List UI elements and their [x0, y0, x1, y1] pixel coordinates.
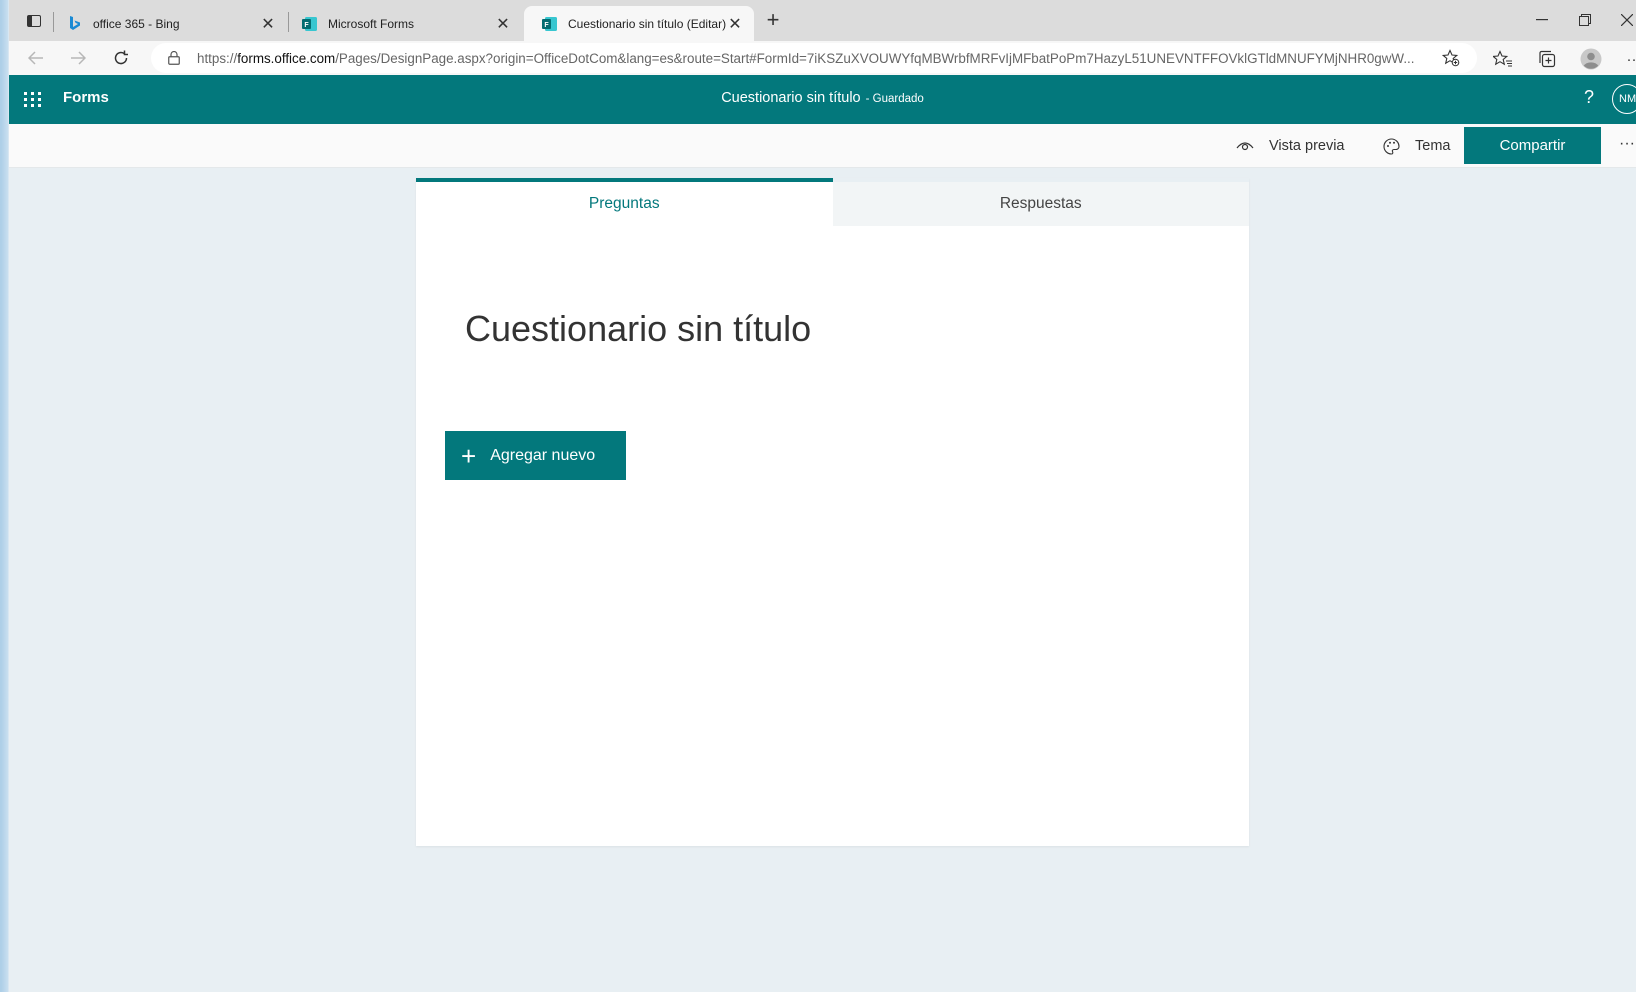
collections-icon[interactable] — [1536, 48, 1558, 70]
close-window-icon[interactable] — [1615, 8, 1636, 32]
tab-label: office 365 - Bing — [93, 16, 180, 31]
lock-icon[interactable] — [165, 49, 183, 67]
add-new-label: Agregar nuevo — [490, 446, 596, 464]
url-text: https://forms.office.com/Pages/DesignPag… — [197, 51, 1441, 66]
add-favorite-icon[interactable] — [1441, 48, 1461, 68]
plus-icon: + — [461, 440, 477, 471]
theme-label: Tema — [1415, 138, 1451, 154]
settings-more-icon[interactable]: ··· — [1623, 48, 1636, 70]
tab-bing[interactable]: office 365 - Bing ✕ — [63, 6, 285, 41]
tab-separator — [288, 12, 289, 32]
form-card: Preguntas Respuestas Cuestionario sin tí… — [416, 178, 1249, 846]
forms-icon: F — [542, 16, 558, 32]
tab-responses[interactable]: Respuestas — [832, 178, 1249, 226]
more-options-icon[interactable]: ··· — [1619, 135, 1635, 153]
browser-window: office 365 - Bing ✕ F Microsoft Forms ✕ … — [9, 0, 1636, 992]
profile-icon[interactable] — [1580, 48, 1602, 70]
preview-button[interactable]: Vista previa — [1235, 135, 1345, 157]
tab-strip: office 365 - Bing ✕ F Microsoft Forms ✕ … — [9, 0, 1636, 41]
quiz-title[interactable]: Cuestionario sin título — [465, 308, 811, 350]
forms-icon: F — [302, 16, 318, 32]
refresh-icon[interactable] — [108, 46, 134, 70]
add-new-button[interactable]: + Agregar nuevo — [445, 431, 626, 480]
restore-icon[interactable] — [1573, 8, 1597, 32]
tab-separator — [53, 12, 54, 32]
favorites-icon[interactable] — [1492, 48, 1514, 70]
help-icon[interactable]: ? — [1584, 87, 1594, 108]
bing-icon — [67, 15, 83, 32]
command-bar: Vista previa Tema Compartir ··· — [9, 124, 1636, 168]
url-domain: forms.office.com — [237, 50, 336, 66]
document-title: Cuestionario sin título - Guardado — [9, 90, 1636, 106]
back-icon[interactable] — [23, 46, 49, 70]
url-path: /Pages/DesignPage.aspx?origin=OfficeDotC… — [335, 50, 1415, 66]
avatar[interactable]: NM — [1612, 84, 1636, 114]
tab-questions[interactable]: Preguntas — [416, 178, 833, 226]
palette-icon — [1381, 136, 1401, 156]
forward-icon[interactable] — [65, 46, 91, 70]
tab-actions-icon[interactable] — [23, 10, 45, 32]
close-icon[interactable]: ✕ — [259, 15, 277, 33]
close-icon[interactable]: ✕ — [726, 15, 744, 33]
document-title-text: Cuestionario sin título — [721, 90, 861, 106]
url-field[interactable]: https://forms.office.com/Pages/DesignPag… — [151, 43, 1477, 73]
close-icon[interactable]: ✕ — [494, 15, 512, 33]
tab-microsoft-forms[interactable]: F Microsoft Forms ✕ — [298, 6, 520, 41]
svg-text:F: F — [544, 22, 549, 29]
form-tabs: Preguntas Respuestas — [416, 178, 1249, 226]
minimize-icon[interactable] — [1530, 8, 1554, 32]
preview-label: Vista previa — [1269, 138, 1345, 154]
tab-label: Microsoft Forms — [328, 16, 415, 31]
forms-header: Forms Cuestionario sin título - Guardado … — [9, 75, 1636, 124]
tab-label: Cuestionario sin título (Editar) M — [568, 16, 726, 31]
svg-text:F: F — [304, 22, 309, 29]
eye-icon — [1235, 136, 1255, 156]
url-prefix: https:// — [197, 50, 238, 66]
theme-button[interactable]: Tema — [1381, 135, 1450, 157]
tab-cuestionario[interactable]: F Cuestionario sin título (Editar) M ✕ — [524, 6, 754, 41]
new-tab-button[interactable]: + — [761, 7, 785, 32]
share-button[interactable]: Compartir — [1464, 127, 1601, 164]
save-status: - Guardado — [865, 93, 924, 105]
address-bar: https://forms.office.com/Pages/DesignPag… — [9, 41, 1636, 75]
